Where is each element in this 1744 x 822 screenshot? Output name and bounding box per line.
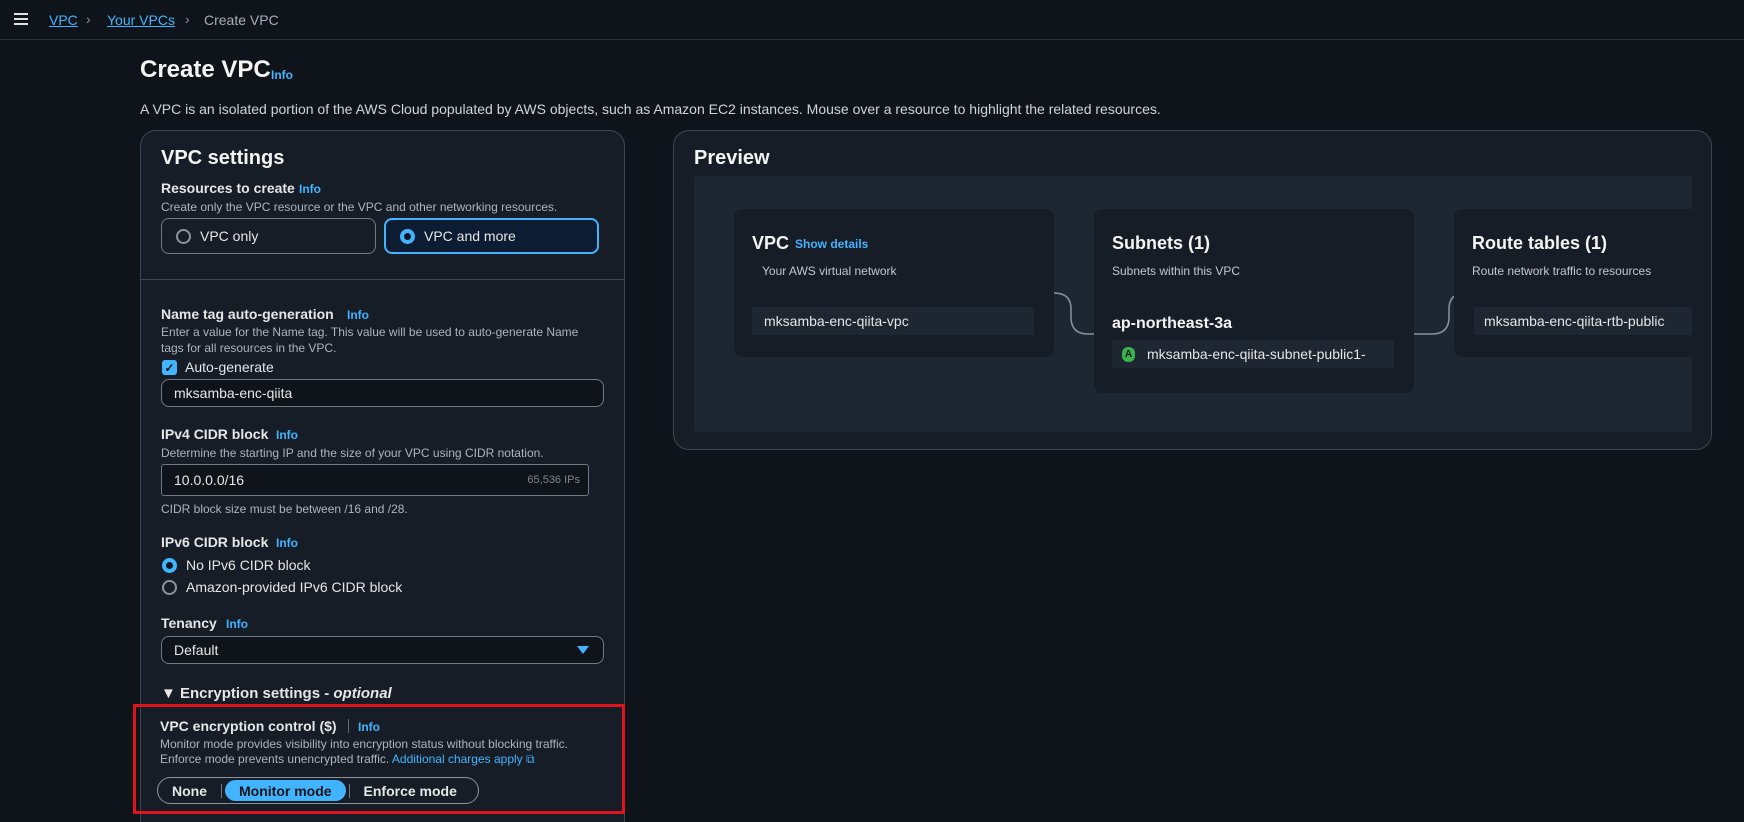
preview-route-tables-card: Route tables (1) Route network traffic t… xyxy=(1454,209,1692,357)
preview-canvas: VPC Show details Your AWS virtual networ… xyxy=(694,176,1692,432)
encryption-section-label: Encryption settings - xyxy=(180,685,334,702)
option-label: No IPv6 CIDR block xyxy=(186,557,311,573)
breadcrumb-current: Create VPC xyxy=(204,12,279,28)
external-link-icon: ⧉ xyxy=(526,752,535,766)
subnet-item-label: mksamba-enc-qiita-subnet-public1- xyxy=(1147,346,1366,362)
ipv4-info-link[interactable]: Info xyxy=(276,428,298,442)
vpc-item[interactable]: mksamba-enc-qiita-vpc xyxy=(752,307,1034,335)
encryption-description-text: Enforce mode prevents unencrypted traffi… xyxy=(160,752,390,766)
page-title: Create VPC xyxy=(140,56,271,83)
mode-none-button[interactable]: None xyxy=(158,780,221,801)
menu-icon[interactable] xyxy=(14,13,28,25)
name-tag-info-link[interactable]: Info xyxy=(347,308,369,322)
auto-generate-checkbox[interactable]: ✓ xyxy=(162,360,177,375)
subnets-card-title: Subnets (1) xyxy=(1112,233,1211,253)
radio-selected-icon xyxy=(400,228,415,244)
vpc-card-title: VPC xyxy=(752,233,790,253)
ipv4-label: IPv4 CIDR block xyxy=(161,426,269,442)
mode-enforce-button[interactable]: Enforce mode xyxy=(350,780,471,801)
radio-icon xyxy=(176,228,191,244)
name-tag-label: Name tag auto-generation xyxy=(161,306,334,322)
encryption-description-2: Enforce mode prevents unencrypted traffi… xyxy=(160,751,535,767)
resources-label: Resources to create xyxy=(161,180,295,196)
caret-down-icon: ▼ xyxy=(161,685,181,702)
auto-generate-label: Auto-generate xyxy=(185,359,274,375)
mode-monitor-button[interactable]: Monitor mode xyxy=(225,780,346,801)
ipv4-cidr-input[interactable]: 10.0.0.0/16 65,536 IPs xyxy=(161,464,589,496)
chevron-right-icon: › xyxy=(86,11,91,27)
show-details-link[interactable]: Show details xyxy=(795,237,868,251)
top-bar: VPC › Your VPCs › Create VPC xyxy=(0,0,1744,40)
option-label: Amazon-provided IPv6 CIDR block xyxy=(186,579,403,595)
tenancy-value: Default xyxy=(174,642,219,658)
route-tables-card-title: Route tables (1) xyxy=(1472,233,1608,253)
divider xyxy=(348,719,349,733)
encryption-control-highlight: VPC encryption control ($) Info Monitor … xyxy=(133,704,625,814)
divider xyxy=(141,279,624,280)
encryption-mode-segmented-control: None Monitor mode Enforce mode xyxy=(157,777,479,804)
ip-count: 65,536 IPs xyxy=(527,474,580,486)
encryption-description-1: Monitor mode provides visibility into en… xyxy=(160,737,568,751)
route-table-item[interactable]: mksamba-enc-qiita-rtb-public xyxy=(1474,307,1692,335)
name-tag-description: Enter a value for the Name tag. This val… xyxy=(161,325,579,355)
preview-vpc-card: VPC Show details Your AWS virtual networ… xyxy=(734,209,1054,357)
preview-title: Preview xyxy=(694,147,770,169)
breadcrumb-vpc[interactable]: VPC xyxy=(49,12,78,28)
resources-info-link[interactable]: Info xyxy=(299,182,321,196)
tenancy-label: Tenancy xyxy=(161,615,217,631)
option-vpc-only[interactable]: VPC only xyxy=(161,218,376,254)
encryption-section-toggle[interactable]: ▼ Encryption settings - optional xyxy=(161,685,392,702)
name-tag-input[interactable]: mksamba-enc-qiita xyxy=(161,379,604,407)
ipv6-option-amazon[interactable]: Amazon-provided IPv6 CIDR block xyxy=(162,579,402,595)
ipv4-cidr-value: 10.0.0.0/16 xyxy=(174,472,245,488)
subnet-item[interactable]: A mksamba-enc-qiita-subnet-public1- xyxy=(1112,340,1394,368)
chevron-right-icon: › xyxy=(185,11,190,27)
option-vpc-and-more[interactable]: VPC and more xyxy=(384,218,599,254)
availability-zone: ap-northeast-3a xyxy=(1112,315,1233,332)
route-tables-card-subtitle: Route network traffic to resources xyxy=(1472,264,1652,278)
subnets-card-subtitle: Subnets within this VPC xyxy=(1112,264,1241,278)
ipv6-label: IPv6 CIDR block xyxy=(161,534,269,550)
tenancy-select[interactable]: Default xyxy=(161,636,604,664)
additional-charges-link[interactable]: Additional charges apply xyxy=(392,752,523,766)
settings-title: VPC settings xyxy=(161,147,285,169)
option-label: VPC and more xyxy=(424,228,516,244)
ipv6-option-none[interactable]: No IPv6 CIDR block xyxy=(162,557,310,573)
vpc-card-subtitle: Your AWS virtual network xyxy=(762,264,897,278)
optional-label: optional xyxy=(333,685,392,702)
title-info-link[interactable]: Info xyxy=(271,68,293,82)
preview-panel: Preview VPC Show details Your AWS virtua… xyxy=(673,130,1712,450)
encryption-control-label: VPC encryption control ($) xyxy=(160,718,337,734)
ipv6-info-link[interactable]: Info xyxy=(276,536,298,550)
encryption-info-link[interactable]: Info xyxy=(358,720,380,734)
preview-subnets-card: Subnets (1) Subnets within this VPC ap-n… xyxy=(1094,209,1414,393)
breadcrumb-your-vpcs[interactable]: Your VPCs xyxy=(107,12,175,28)
ipv4-constraint: CIDR block size must be between /16 and … xyxy=(161,502,408,516)
page-description: A VPC is an isolated portion of the AWS … xyxy=(140,101,1161,117)
option-label: VPC only xyxy=(200,228,259,244)
tenancy-info-link[interactable]: Info xyxy=(226,617,248,631)
az-badge-icon: A xyxy=(1122,346,1135,362)
ipv4-description: Determine the starting IP and the size o… xyxy=(161,446,544,460)
radio-icon xyxy=(162,579,177,595)
resources-description: Create only the VPC resource or the VPC … xyxy=(161,200,558,214)
radio-selected-icon xyxy=(162,557,177,573)
caret-down-icon xyxy=(577,646,589,654)
segment-divider xyxy=(221,783,222,798)
